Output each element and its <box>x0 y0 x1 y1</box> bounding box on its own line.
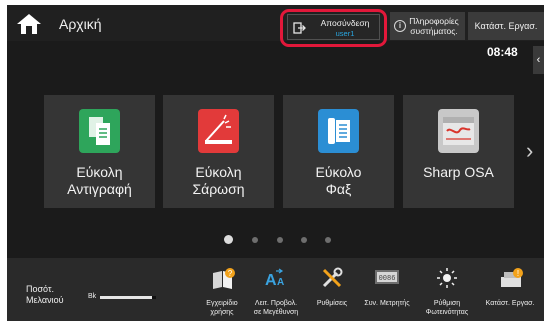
tile-easy-copy[interactable]: Εύκολη Αντιγραφή <box>44 95 155 208</box>
touch-panel-screen: Αρχική Αποσύνδεση user1 i Πληροφορίες συ… <box>7 5 544 321</box>
logout-icon <box>293 22 306 34</box>
enlarge-display-icon: A A <box>265 268 284 289</box>
sharp-osa-icon <box>438 109 479 153</box>
job-status-footer-button[interactable]: ! Κατάστ. Εργασ. <box>479 258 541 321</box>
svg-text:0086: 0086 <box>379 275 396 283</box>
enlarge-display-button[interactable]: A A Λειτ. Προβολ. σε Μεγέθυνση <box>247 258 305 321</box>
logout-label: Αποσύνδεση <box>320 18 370 28</box>
tile-easy-fax[interactable]: Εύκολο Φαξ <box>283 95 394 208</box>
top-bar: Αρχική Αποσύνδεση user1 i Πληροφορίες συ… <box>7 5 544 47</box>
svg-text:?: ? <box>228 269 233 278</box>
settings-button[interactable]: Ρυθμίσεις <box>307 258 357 321</box>
brightness-icon <box>437 268 457 288</box>
bottom-bar: Ποσότ. Μελανιού Bk ? Εγχειρίδιο χρήσης A … <box>7 258 544 321</box>
tile-easy-scan[interactable]: Εύκολη Σάρωση <box>163 95 274 208</box>
logged-in-user: user1 <box>335 29 355 38</box>
svg-text:A: A <box>265 272 277 289</box>
home-button[interactable] <box>13 11 45 37</box>
toner-color-label: Bk <box>88 293 97 300</box>
tile-label: Εύκολο Φαξ <box>315 164 362 197</box>
toner-level-bar <box>100 296 156 299</box>
page-indicator <box>224 235 344 245</box>
svg-text:!: ! <box>517 269 519 278</box>
user-manual-button[interactable]: ? Εγχειρίδιο χρήσης <box>197 258 247 321</box>
chevron-left-icon: ‹ <box>536 54 541 66</box>
clock: 08:48 <box>487 45 518 59</box>
manual-icon: ? <box>213 268 235 289</box>
screen-title: Αρχική <box>59 16 102 32</box>
system-info-label: Πληροφορίες συστήματος. <box>409 16 459 36</box>
page-dot-1[interactable] <box>224 235 233 244</box>
logout-button[interactable]: Αποσύνδεση user1 <box>287 14 380 40</box>
page-dot-3[interactable] <box>277 237 283 243</box>
side-panel-toggle[interactable]: ‹ <box>533 46 544 74</box>
counter-icon: 0086 <box>375 270 399 284</box>
toner-level-fill <box>100 296 152 299</box>
job-status-icon: ! <box>501 268 523 287</box>
tile-sharp-osa[interactable]: Sharp OSA <box>403 95 514 208</box>
tile-label: Εύκολη Σάρωση <box>192 164 245 197</box>
chevron-right-icon: › <box>526 138 534 163</box>
fax-icon <box>318 109 359 153</box>
next-page-arrow[interactable]: › <box>526 138 533 164</box>
total-count-button[interactable]: 0086 Συν. Μετρητής <box>360 258 414 321</box>
job-status-button[interactable]: Κατάστ. Εργασ. <box>468 12 544 40</box>
page-dot-2[interactable] <box>252 237 258 243</box>
home-icon <box>17 14 41 34</box>
settings-icon <box>322 267 343 288</box>
toner-level-label: Ποσότ. Μελανιού <box>26 284 64 305</box>
page-dot-4[interactable] <box>301 237 307 243</box>
scan-icon <box>198 109 239 153</box>
tile-label: Sharp OSA <box>423 164 494 180</box>
tile-label: Εύκολη Αντιγραφή <box>67 164 132 197</box>
brightness-adjust-button[interactable]: Ρύθμιση Φωτεινότητας <box>417 258 477 321</box>
svg-text:A: A <box>277 277 284 288</box>
page-dot-5[interactable] <box>325 237 331 243</box>
system-info-button[interactable]: i Πληροφορίες συστήματος. <box>390 12 465 40</box>
copy-icon <box>79 109 120 153</box>
